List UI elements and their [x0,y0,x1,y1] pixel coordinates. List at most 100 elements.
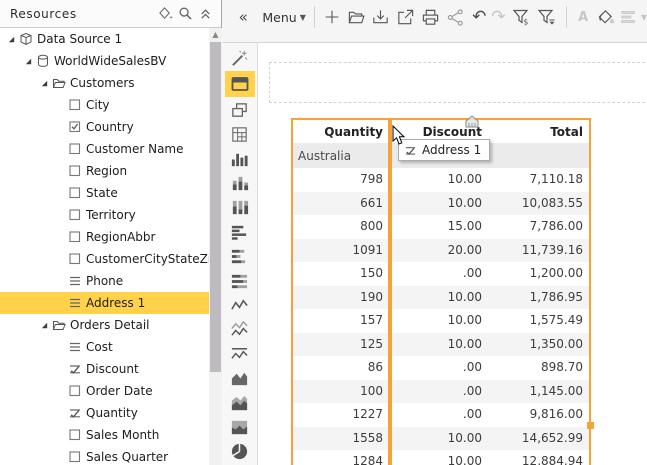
mouse-cursor [392,125,406,149]
checkbox-icon[interactable] [67,252,83,266]
tree-item-discount[interactable]: Discount [0,358,209,380]
folder-icon [51,76,67,90]
folder-icon [51,318,67,332]
table-row: 800 15.00 7,786.00 [360,219,583,233]
collapse-panel-button[interactable]: « [236,6,250,28]
toolbox-cards[interactable] [225,99,255,122]
collapse-all-icon[interactable] [195,4,215,24]
table-row: 1284 10.00 12,884.94 [352,454,583,465]
database-icon [35,54,51,68]
tree-item-sales-month[interactable]: Sales Month [0,424,209,446]
tree-item-address-1[interactable]: Address 1 [0,292,209,314]
table-row: 1227.00 9,816.00 [352,407,583,421]
checkbox-icon[interactable] [67,450,83,464]
tree-item-city[interactable]: City [0,94,209,116]
toolbox-stacked-bar-chart[interactable] [225,245,255,268]
toolbox-stacked-column-chart[interactable] [225,172,255,195]
toolbox-area-chart[interactable] [225,367,255,390]
tree-item-order-date[interactable]: Order Date [0,380,209,402]
tree-item-customers[interactable]: Customers [0,72,209,94]
sort-icon[interactable] [155,4,175,24]
column-header-quantity[interactable]: Quantity [293,120,391,143]
table-row: 1558 10.00 14,652.99 [293,426,589,450]
redo-button[interactable]: ↷ [489,6,508,28]
datasource-icon [18,32,34,46]
checkbox-icon[interactable] [67,208,83,222]
tree-item-regionabbr[interactable]: RegionAbbr [0,226,209,248]
measure-field-icon [67,406,83,420]
toolbox-stacked-area-chart[interactable] [225,392,255,415]
tree-item-sales-quarter[interactable]: Sales Quarter [0,446,209,465]
tree-item-phone[interactable]: Phone [0,270,209,292]
column-header-total[interactable]: Total [490,120,589,143]
toolbox-pie-chart[interactable] [225,441,255,464]
checkbox-icon[interactable] [67,164,83,178]
tree-item-region[interactable]: Region [0,160,209,182]
toolbox-grid[interactable] [224,71,255,98]
tree-item-orders-detail[interactable]: Orders Detail [0,314,209,336]
toolbox-wizard[interactable] [225,47,255,70]
share-icon[interactable] [445,6,466,28]
checkbox-icon[interactable] [67,428,83,442]
toolbox-stacked-line-chart[interactable] [225,318,255,341]
item-type-toolbox [222,43,258,465]
new-button[interactable] [323,6,342,28]
undo-button[interactable]: ↶ [470,6,489,28]
expander-icon[interactable] [4,33,18,45]
export-button[interactable] [395,6,416,28]
toolbox-full-stacked-line-chart[interactable] [225,343,255,366]
resources-panel: Resources Data Source 1 WorldWideSalesBV… [0,0,222,465]
panel-title: Resources [10,6,77,21]
align-button[interactable]: ▼ [620,6,647,28]
toolbox-pivot[interactable] [225,123,255,146]
search-icon[interactable] [175,4,195,24]
table-row: 661 10.00 10,083.55 [293,191,589,215]
expander-icon[interactable] [37,319,51,331]
font-button[interactable]: A [575,6,591,28]
table-row: 125 10.00 1,350.00 [293,332,589,356]
dimension-field-icon [67,274,83,288]
table-row: 1091 20.00 11,739.16 [293,238,589,262]
resources-tree: Data Source 1 WorldWideSalesBV Customers… [0,28,209,465]
drag-tooltip-label: Address 1 [422,143,482,157]
toolbox-full-stacked-area-chart[interactable] [225,416,255,439]
checkbox-icon[interactable] [67,142,83,156]
open-button[interactable] [346,6,367,28]
checkbox-icon[interactable] [67,384,83,398]
toolbox-column-chart[interactable] [225,148,255,171]
save-button[interactable] [371,6,392,28]
toolbox-full-stacked-bar-chart[interactable] [225,270,255,293]
menu-button[interactable]: Menu ▼ [262,6,305,28]
tree-item-customer-name[interactable]: Customer Name [0,138,209,160]
tree-item-customercitystatezip[interactable]: CustomerCityStateZip [0,248,209,270]
toolbox-line-chart[interactable] [225,294,255,317]
tree-item-worldwidesalesbv[interactable]: WorldWideSalesBV [0,50,209,72]
toolbox-full-stacked-column-chart[interactable] [225,196,255,219]
print-button[interactable] [420,6,441,28]
fill-color-button[interactable] [595,6,616,28]
tree-item-cost[interactable]: Cost [0,336,209,358]
checkbox-icon[interactable] [67,230,83,244]
tree-scrollbar[interactable]: ▲ [209,28,222,465]
measure-field-icon [67,362,83,376]
tree-item-quantity[interactable]: Quantity [0,402,209,424]
toolbox-bar-chart[interactable] [225,221,255,244]
checkbox-icon[interactable] [67,98,83,112]
tree-item-data-source-1[interactable]: Data Source 1 [0,28,209,50]
tree-item-state[interactable]: State [0,182,209,204]
dashboard-canvas[interactable]: Quantity Discount Total Australia 798 10.… [258,43,647,465]
tree-item-country[interactable]: Country [0,116,209,138]
expander-icon[interactable] [37,77,51,89]
tree-item-territory[interactable]: Territory [0,204,209,226]
filter-button[interactable] [534,6,558,28]
checkbox-icon[interactable] [67,186,83,200]
scroll-up-button[interactable]: ▲ [209,28,222,41]
table-row: 150.00 1,200.00 [360,266,583,280]
scrollbar-thumb[interactable] [210,42,221,372]
filter-values-button[interactable]: $ [510,6,532,28]
grid-item[interactable]: Quantity Discount Total Australia 798 10.… [291,118,594,465]
expander-icon[interactable] [21,55,35,67]
empty-item-placeholder[interactable] [269,62,647,103]
resize-handle[interactable] [587,422,594,429]
checkbox-checked-icon[interactable] [67,120,83,134]
